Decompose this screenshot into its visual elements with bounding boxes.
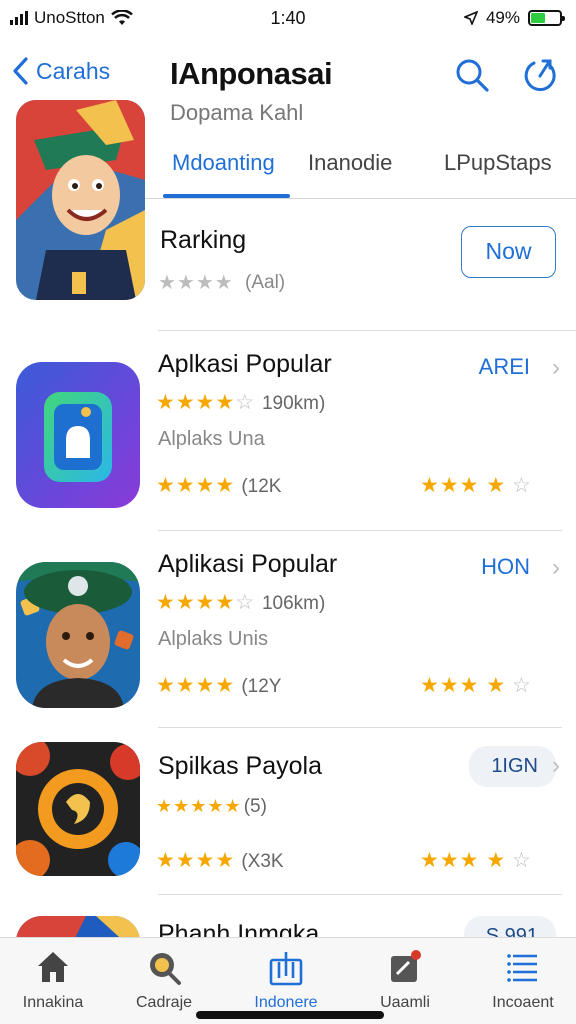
search-button[interactable] xyxy=(454,56,490,94)
review-count: (X3K xyxy=(241,851,284,872)
tabbar-item-innakina[interactable]: Innakina xyxy=(0,948,108,1012)
home-indicator[interactable] xyxy=(196,1011,384,1019)
review-line: ★★★★ (X3K xyxy=(156,849,284,872)
back-button[interactable]: Carahs xyxy=(10,56,110,86)
featured-get-button[interactable]: Now xyxy=(461,226,556,278)
list-item[interactable]: Spilkas Payola ★★★★★ (5) ★★★★ (X3K ★★★ ★ ☆… xyxy=(0,738,576,928)
page-title: IAnponasai xyxy=(170,56,333,91)
app-subtitle: Alplaks Unis xyxy=(158,628,269,650)
refresh-icon xyxy=(524,59,556,92)
battery-icon xyxy=(528,10,565,26)
app-name: Phanh Inmgka xyxy=(158,920,320,937)
review-line: ★★★★ (12Y xyxy=(156,674,282,697)
review-count: (12K xyxy=(241,476,282,497)
secondary-rating-stars: ★★★ ★ ☆ xyxy=(420,849,531,872)
divider xyxy=(158,727,562,728)
rating-count: 106km) xyxy=(261,593,326,614)
tabbar-item-uaamli[interactable]: Uaamli xyxy=(350,948,460,1012)
chevron-right-icon: › xyxy=(552,554,560,581)
rating-stars: ★★★★★ xyxy=(156,796,242,816)
rating-line: ★★★★☆ 190km) xyxy=(156,391,326,414)
rating-count: 190km) xyxy=(261,393,326,414)
tab-mdoanting[interactable]: Mdoanting xyxy=(172,150,275,176)
list-icon xyxy=(507,954,537,982)
app-name: Spilkas Payola xyxy=(158,752,322,780)
secondary-rating-stars: ★★★ ★ ☆ xyxy=(420,474,531,497)
page-subtitle: Dopama Kahl xyxy=(170,100,304,125)
rating-line: ★★★★☆ 106km) xyxy=(156,591,326,614)
secondary-rating-stars: ★★★ ★ ☆ xyxy=(420,674,531,697)
app-icon xyxy=(16,562,140,708)
rating-stars: ★★★★ xyxy=(156,391,236,414)
list-item[interactable]: Aplikasi Popular ★★★★☆ 106km) Alplaks Un… xyxy=(0,540,576,730)
tabbar-label: Uaamli xyxy=(380,994,430,1011)
divider xyxy=(158,330,576,331)
get-button[interactable]: S 991 xyxy=(463,916,556,937)
tabs-divider xyxy=(145,198,576,199)
featured-title: Rarking xyxy=(160,226,247,254)
app-subtitle: Alplaks Una xyxy=(158,428,265,450)
home-icon xyxy=(38,952,68,982)
get-button[interactable]: HON xyxy=(481,554,530,580)
tabbar-item-incoaent[interactable]: Incoaent xyxy=(468,948,576,1012)
chevron-left-icon xyxy=(13,57,28,85)
app-icon xyxy=(16,362,140,508)
featured-rating-count: (Aal) xyxy=(245,272,286,293)
tab-inanodie[interactable]: Inanodie xyxy=(308,150,392,176)
rating-count: (5) xyxy=(243,796,267,817)
featured-rating-stars: ★★★★ xyxy=(158,272,234,294)
divider xyxy=(158,894,562,895)
tabbar-item-indonere[interactable]: Indonere xyxy=(231,948,341,1012)
tabbar-item-cadraje[interactable]: Cadraje xyxy=(109,948,219,1012)
tabbar-label: Indonere xyxy=(254,994,318,1011)
chevron-right-icon: › xyxy=(552,752,560,779)
review-line: ★★★★ (12K xyxy=(156,474,282,497)
apps-icon xyxy=(269,952,303,986)
chevron-right-icon: › xyxy=(552,354,560,381)
segment-tabs: Mdoanting Inanodie LPupStaps xyxy=(160,140,576,198)
tabbar-label: Incoaent xyxy=(492,994,554,1011)
divider xyxy=(158,530,562,531)
list-item[interactable]: Aplkasi Popular ★★★★☆ 190km) Alplaks Una… xyxy=(0,340,576,530)
search-icon xyxy=(456,59,489,92)
refresh-button[interactable] xyxy=(522,56,558,94)
updates-icon xyxy=(391,950,421,982)
tabbar-label: Innakina xyxy=(22,994,84,1011)
back-label: Carahs xyxy=(36,57,111,84)
tabbar-label: Cadraje xyxy=(135,994,193,1011)
featured-app-artwork[interactable] xyxy=(16,100,145,300)
tab-lpupstaps[interactable]: LPupStaps xyxy=(444,150,552,176)
app-icon xyxy=(16,742,140,876)
app-name: Aplikasi Popular xyxy=(158,550,338,578)
rating-line: ★★★★★ (5) xyxy=(156,794,267,818)
app-icon xyxy=(16,916,140,937)
battery-percent: 49% xyxy=(485,8,520,27)
rating-stars: ★★★★ xyxy=(156,591,236,614)
search-icon xyxy=(150,953,181,985)
list-item[interactable]: Phanh Inmgka S 991 xyxy=(0,910,576,937)
app-name: Aplkasi Popular xyxy=(158,350,332,378)
location-icon xyxy=(463,11,478,25)
status-bar: UnoStton 1:40 49% xyxy=(0,0,576,36)
get-button[interactable]: 1IGN xyxy=(469,746,556,787)
review-count: (12Y xyxy=(241,676,282,697)
get-button[interactable]: AREI xyxy=(479,354,530,380)
